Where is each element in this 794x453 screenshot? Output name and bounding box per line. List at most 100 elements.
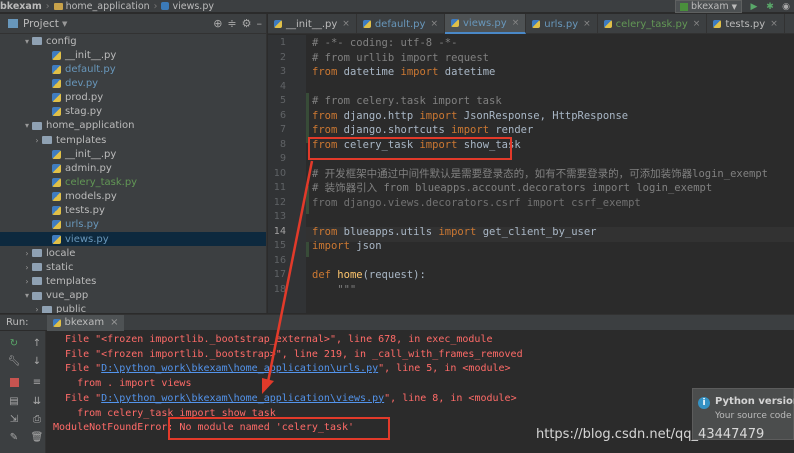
restore-layout-icon[interactable]: ⇲ [7,412,21,426]
code-token: import [312,240,350,252]
chevron-down-icon: ▼ [731,2,737,11]
chevron-down-icon[interactable]: ▼ [62,20,67,28]
layout-icon[interactable]: ▤ [7,394,21,408]
soft-wrap-icon[interactable]: ≡ [30,375,44,389]
tree-item[interactable]: celery_task.py [0,175,266,189]
tree-item[interactable]: admin.py [0,161,266,175]
tree-item[interactable]: › templates [0,274,266,288]
gear-icon[interactable]: ⚙ [242,17,252,30]
tree-item[interactable]: › static [0,260,266,274]
arrow-up-icon[interactable]: ↑ [30,336,44,350]
chevron-down-icon[interactable]: ▾ [22,121,32,130]
line-number-gutter: 1 2 3 4 5 6 7 8 9 10 11 12 13 14 15 16 17 18 [268,35,306,313]
tree-item[interactable]: › locale [0,246,266,260]
arrow-down-icon[interactable]: ↓ [30,354,44,368]
tree-item-label: prod.py [65,92,104,104]
code-line: from blueapps.utils import get_client_by… [312,225,597,240]
line-number: 18 [273,283,286,295]
coverage-icon[interactable]: ◉ [780,1,792,13]
wrench-icon[interactable]: 🔧︎ [7,354,21,368]
tree-item[interactable]: › public [0,303,266,313]
project-panel-title[interactable]: Project [23,18,59,30]
scroll-to-end-icon[interactable]: ⇊ [30,394,44,408]
close-icon[interactable]: × [110,317,118,328]
file-link[interactable]: D:\python_work\bkexam\home_application\u… [101,363,378,374]
close-icon[interactable]: × [583,19,591,29]
editor-tab[interactable]: celery_task.py × [598,14,708,34]
close-icon[interactable]: × [770,19,778,29]
breadcrumb-folder[interactable]: home_application [66,1,150,12]
debug-icon[interactable]: ✱ [764,1,776,13]
close-icon[interactable]: × [430,19,438,29]
chevron-right-icon[interactable]: › [22,263,32,272]
chevron-right-icon[interactable]: › [32,305,42,313]
editor-tab[interactable]: default.py × [357,14,445,34]
code-token: # -*- coding: utf-8 -*- [312,37,458,49]
editor-tab[interactable]: tests.py × [707,14,785,34]
code-token: JsonResponse, HttpResponse [457,109,629,122]
tree-item[interactable]: ▾ vue_app [0,289,266,303]
project-tree: ▾ config __init__.py default.py dev.py prod.p… [0,34,266,313]
tree-item[interactable]: views.py [0,231,266,247]
chevron-right-icon[interactable]: › [22,277,32,286]
code-line: """ [312,283,356,298]
trash-icon[interactable]: 🗑︎ [30,430,44,444]
tree-item[interactable]: __init__.py [0,147,266,161]
editor-tab[interactable]: __init__.py × [268,14,357,34]
line-number: 15 [273,240,286,251]
info-icon: i [698,397,710,409]
navigation-bar: bkexam › home_application › views.py bke… [0,0,794,13]
tree-item[interactable]: prod.py [0,91,266,105]
line-number: 1 [279,37,286,48]
chevron-right-icon[interactable]: › [32,136,42,145]
print-icon[interactable]: ⎙ [30,412,44,426]
folder-icon [32,263,42,272]
tree-item[interactable]: dev.py [0,76,266,90]
python-file-icon [52,206,61,216]
editor-tab[interactable]: urls.py × [526,14,598,34]
chevron-down-icon[interactable]: ▾ [22,291,32,300]
rerun-icon[interactable]: ↻ [7,336,21,350]
tree-item[interactable]: default.py [0,62,266,76]
console-line: File "<frozen importlib._bootstrap>", li… [53,348,523,362]
file-link[interactable]: D:\python_work\bkexam\home_application\v… [101,393,384,404]
breadcrumb-project[interactable]: bkexam [0,1,42,12]
tree-item[interactable]: › templates [0,133,266,147]
run-toolbar: ↻ 🔧︎ ▤ ⇲ ✎ [0,331,28,453]
tree-item[interactable]: ▾ config [0,34,266,48]
collapse-all-icon[interactable]: ≑ [227,17,236,30]
line-number: 3 [279,66,286,77]
import-annotation-box [308,137,512,160]
tree-item-label: celery_task.py [65,176,138,188]
close-icon[interactable]: × [693,19,701,29]
run-configuration-selector[interactable]: bkexam ▼ [675,0,742,13]
code-token: render [489,124,534,136]
tree-item[interactable]: models.py [0,190,266,204]
tree-item-label: static [46,261,74,273]
python-file-icon [52,107,61,117]
locate-file-icon[interactable]: ⊕ [213,17,222,30]
code-line: import json [312,239,382,254]
run-icon[interactable]: ▶ [748,1,760,13]
run-panel-header: Run: bkexam × [0,314,794,331]
chevron-right-icon[interactable]: › [22,249,32,258]
line-number: 2 [279,51,286,63]
run-tab[interactable]: bkexam × [46,314,125,331]
tree-item[interactable]: stag.py [0,105,266,119]
editor-tab[interactable]: views.py × [445,14,527,34]
close-icon[interactable]: × [512,18,520,28]
stop-icon[interactable] [7,375,21,389]
close-icon[interactable]: × [342,19,350,29]
breadcrumb-file[interactable]: views.py [172,1,214,12]
tree-item-label: config [46,35,77,47]
minimize-icon[interactable]: – [257,17,263,30]
tree-item[interactable]: tests.py [0,204,266,218]
project-panel-header: Project ▼ ⊕ ≑ ⚙ – [0,14,266,34]
tree-item[interactable]: ▾ home_application [0,119,266,133]
code-editor[interactable]: 1 2 3 4 5 6 7 8 9 10 11 12 13 14 15 16 17 18 # -*- coding… [268,35,794,313]
python-file-icon [52,192,61,202]
tree-item[interactable]: __init__.py [0,48,266,62]
pin-icon[interactable]: ✎ [7,430,21,444]
tree-item[interactable]: urls.py [0,218,266,232]
chevron-down-icon[interactable]: ▾ [22,37,32,46]
